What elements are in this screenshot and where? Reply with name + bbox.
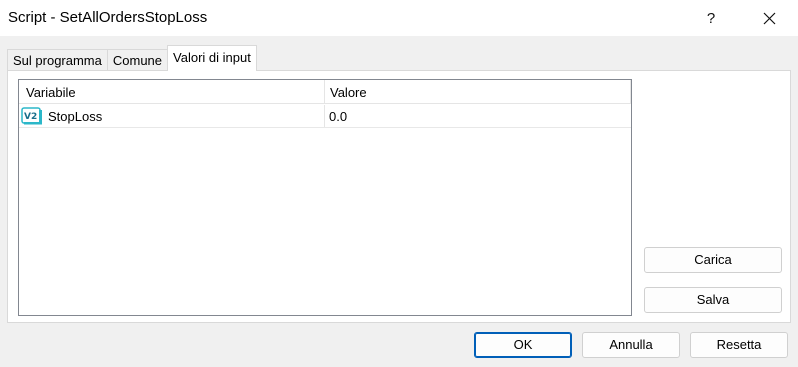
list-header: Variabile Valore <box>19 80 631 104</box>
reset-button[interactable]: Resetta <box>690 332 788 358</box>
tab-panel-input-values: Variabile Valore V2 StopLoss 0.0 Carica … <box>7 70 791 323</box>
tab-input-values[interactable]: Valori di input <box>167 45 257 71</box>
variable-name: StopLoss <box>48 108 103 124</box>
help-button[interactable]: ? <box>688 0 734 36</box>
close-icon <box>763 12 775 24</box>
close-button[interactable] <box>746 0 792 36</box>
table-row[interactable]: V2 StopLoss 0.0 <box>19 105 631 128</box>
ok-button[interactable]: OK <box>474 332 572 358</box>
input-parameters-list[interactable]: Variabile Valore V2 StopLoss 0.0 <box>18 79 632 316</box>
save-button[interactable]: Salva <box>644 287 782 313</box>
help-icon: ? <box>706 9 716 27</box>
title-bar: Script - SetAllOrdersStopLoss ? <box>0 0 798 36</box>
column-header-variable[interactable]: Variabile <box>19 80 325 103</box>
cell-value[interactable]: 0.0 <box>325 105 631 127</box>
tab-bar: Sul programma Comune Valori di input <box>7 45 257 71</box>
script-dialog: Script - SetAllOrdersStopLoss ? Sul prog… <box>0 0 798 367</box>
load-button[interactable]: Carica <box>644 247 782 273</box>
tab-about-program[interactable]: Sul programma <box>7 49 108 71</box>
cancel-button[interactable]: Annulla <box>582 332 680 358</box>
cell-variable: V2 StopLoss <box>19 105 325 127</box>
double-param-icon: V2 <box>21 107 42 125</box>
tab-common[interactable]: Comune <box>106 49 169 71</box>
window-title: Script - SetAllOrdersStopLoss <box>8 9 208 26</box>
column-header-value[interactable]: Valore <box>325 80 631 103</box>
svg-text:V2: V2 <box>24 112 37 122</box>
variable-value: 0.0 <box>329 108 348 124</box>
